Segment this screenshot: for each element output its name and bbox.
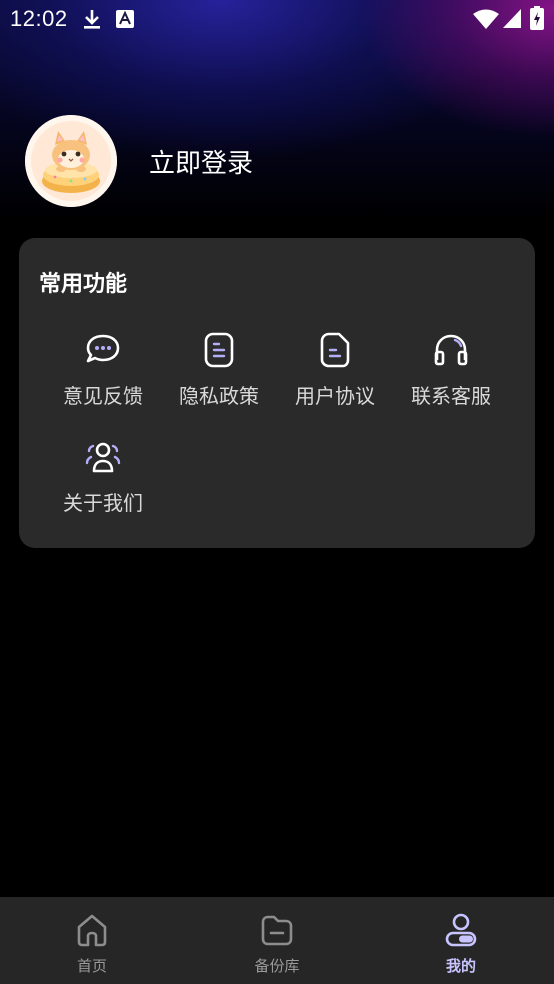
signal-icon (503, 9, 521, 28)
function-item-privacy-policy[interactable]: 隐私政策 (161, 330, 277, 420)
function-label: 意见反馈 (63, 386, 143, 408)
card-title: 常用功能 (39, 271, 128, 296)
function-label: 关于我们 (63, 493, 143, 515)
status-bar: 12:02 (0, 0, 554, 38)
function-item-customer-service[interactable]: 联系客服 (393, 330, 509, 420)
common-functions-card: 常用功能 意见反馈 隐私政策 用户协议 联系客服 关于我们 (19, 238, 535, 548)
status-time: 12:02 (10, 6, 68, 31)
function-item-feedback[interactable]: 意见反馈 (45, 330, 161, 420)
home-icon (77, 914, 107, 947)
document-list-icon (204, 332, 234, 368)
nav-label: 我的 (445, 958, 476, 975)
nav-label: 首页 (76, 958, 107, 975)
avatar[interactable] (25, 115, 117, 207)
battery-icon (530, 6, 544, 30)
function-label: 联系客服 (411, 386, 491, 408)
nav-item-mine[interactable]: 我的 (401, 897, 521, 984)
profile-section[interactable]: 立即登录 (25, 115, 253, 207)
users-icon (85, 442, 121, 473)
file-icon (320, 332, 350, 368)
headset-icon (434, 334, 468, 366)
nav-label: 备份库 (254, 958, 300, 975)
nav-item-backup-library[interactable]: 备份库 (217, 897, 337, 984)
function-label: 隐私政策 (179, 386, 259, 408)
cat-cake-avatar-image (25, 115, 117, 207)
function-label: 用户协议 (295, 386, 375, 408)
function-item-user-agreement[interactable]: 用户协议 (277, 330, 393, 420)
chat-bubble-icon (86, 334, 120, 363)
bottom-navigation: 首页 备份库 我的 (0, 897, 554, 984)
folder-icon (261, 915, 293, 946)
function-item-about-us[interactable]: 关于我们 (45, 437, 161, 527)
nav-item-home[interactable]: 首页 (32, 897, 152, 984)
wifi-icon (473, 9, 499, 29)
profile-icon (445, 913, 477, 947)
login-link[interactable]: 立即登录 (149, 143, 253, 180)
font-icon (116, 10, 134, 28)
download-icon (84, 10, 100, 29)
